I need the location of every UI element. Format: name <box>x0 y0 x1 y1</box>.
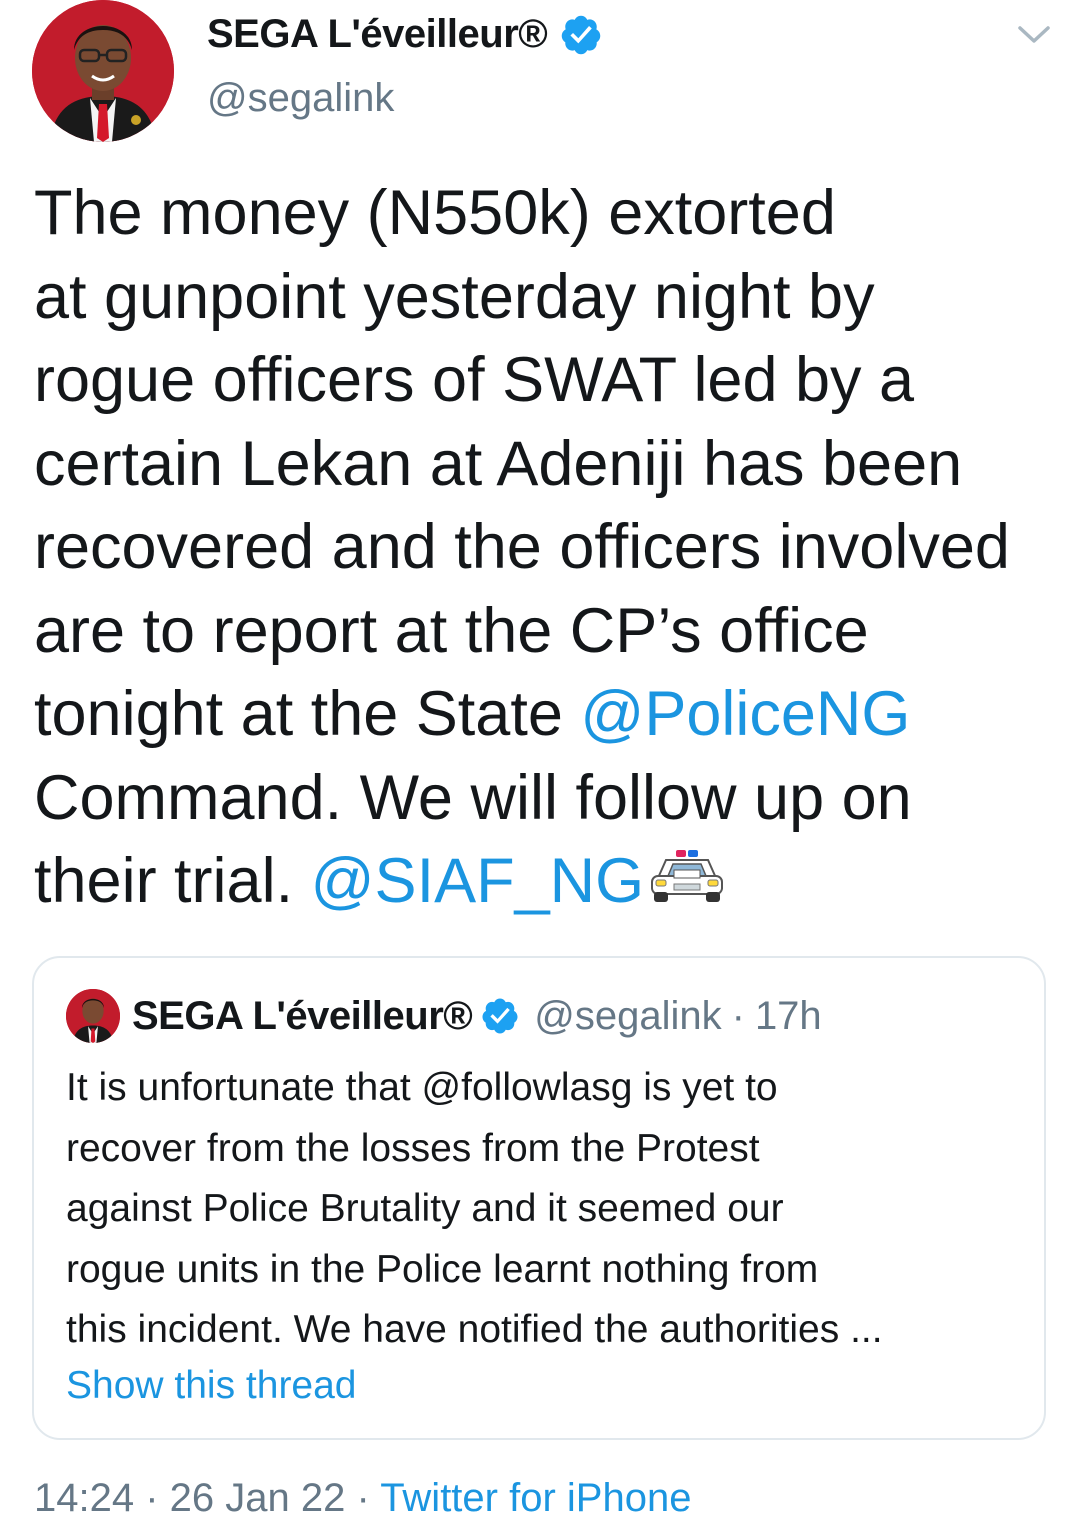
text-segment: recover from the losses from the Protest <box>66 1126 760 1170</box>
text-segment: are to report at the CP’s office <box>34 595 869 666</box>
text-segment: their trial. <box>34 846 311 916</box>
verified-badge-icon <box>482 998 518 1034</box>
display-name[interactable]: SEGA L'éveilleur® <box>207 12 548 57</box>
mention-link[interactable]: @PoliceNG <box>580 679 910 749</box>
text-line: recovered and the officers involved <box>34 506 1054 590</box>
author-handle[interactable]: @segalink <box>207 76 394 121</box>
quoted-tweet-text: It is unfortunate that @followlasg is ye… <box>66 1058 1036 1361</box>
show-thread-link[interactable]: Show this thread <box>66 1364 357 1408</box>
avatar[interactable] <box>32 0 174 142</box>
text-segment: certain Lekan at Adeniji has been <box>34 428 963 499</box>
text-line: It is unfortunate that @followlasg is ye… <box>66 1058 1036 1119</box>
verified-badge-icon <box>561 15 601 54</box>
text-segment: at gunpoint yesterday night by <box>34 261 875 332</box>
tweet-meta: 14:24 · 26 Jan 22 · Twitter for iPhone <box>34 1476 691 1521</box>
quoted-tweet[interactable]: SEGA L'éveilleur® @segalink · 17h It is … <box>32 956 1046 1440</box>
text-line: are to report at the CP’s office <box>34 590 1054 674</box>
text-segment: recovered and the officers involved <box>34 512 1010 582</box>
quoted-handle: @segalink <box>534 993 722 1038</box>
text-line: their trial. @SIAF_NG <box>34 840 1054 924</box>
text-line: rogue units in the Police learnt nothing… <box>66 1240 1036 1301</box>
text-line: rogue officers of SWAT led by a <box>34 339 1054 423</box>
text-segment: this incident. We have notified the auth… <box>66 1308 883 1351</box>
quoted-avatar <box>66 989 120 1043</box>
text-line: certain Lekan at Adeniji has been <box>34 423 1054 507</box>
text-line: Command. We will follow up on <box>34 757 1054 841</box>
text-segment: rogue officers of SWAT led by a <box>34 345 915 415</box>
quoted-display-name: SEGA L'éveilleur® <box>132 993 473 1038</box>
separator-dot: · <box>731 993 745 1038</box>
text-line: The money (N550k) extorted <box>34 172 1054 256</box>
tweet-source-link[interactable]: Twitter for iPhone <box>380 1476 691 1520</box>
meta-separator: · <box>345 1476 381 1520</box>
tweet-date[interactable]: 26 Jan 22 <box>170 1476 346 1520</box>
text-segment: tonight at the State <box>34 679 581 749</box>
tweet-text: The money (N550k) extorted at gunpoint ye… <box>34 172 1054 924</box>
chevron-down-icon[interactable] <box>1016 20 1052 48</box>
meta-separator: · <box>134 1476 170 1520</box>
tweet-header: SEGA L'éveilleur® @segalink <box>0 0 1080 150</box>
text-line: recover from the losses from the Protest <box>66 1119 1036 1180</box>
text-segment: Command. We will follow up on <box>34 762 912 833</box>
text-segment: against Police Brutality and it seemed o… <box>66 1187 784 1230</box>
author-row: SEGA L'éveilleur® <box>207 12 603 57</box>
text-segment: It is unfortunate that @followlasg is ye… <box>66 1066 778 1109</box>
quoted-tweet-header: SEGA L'éveilleur® @segalink · 17h <box>66 988 822 1044</box>
text-segment: The money (N550k) extorted <box>34 178 836 248</box>
quoted-timestamp: 17h <box>754 993 822 1038</box>
mention-link[interactable]: @SIAF_NG <box>311 846 645 916</box>
text-line: tonight at the State @PoliceNG <box>34 673 1054 757</box>
text-segment: rogue units in the Police learnt nothing… <box>66 1247 819 1291</box>
tweet-time[interactable]: 14:24 <box>34 1476 134 1520</box>
text-line: at gunpoint yesterday night by <box>34 256 1054 340</box>
text-line: this incident. We have notified the auth… <box>66 1300 1036 1361</box>
text-line: against Police Brutality and it seemed o… <box>66 1179 1036 1240</box>
police-car-emoji <box>648 848 726 906</box>
